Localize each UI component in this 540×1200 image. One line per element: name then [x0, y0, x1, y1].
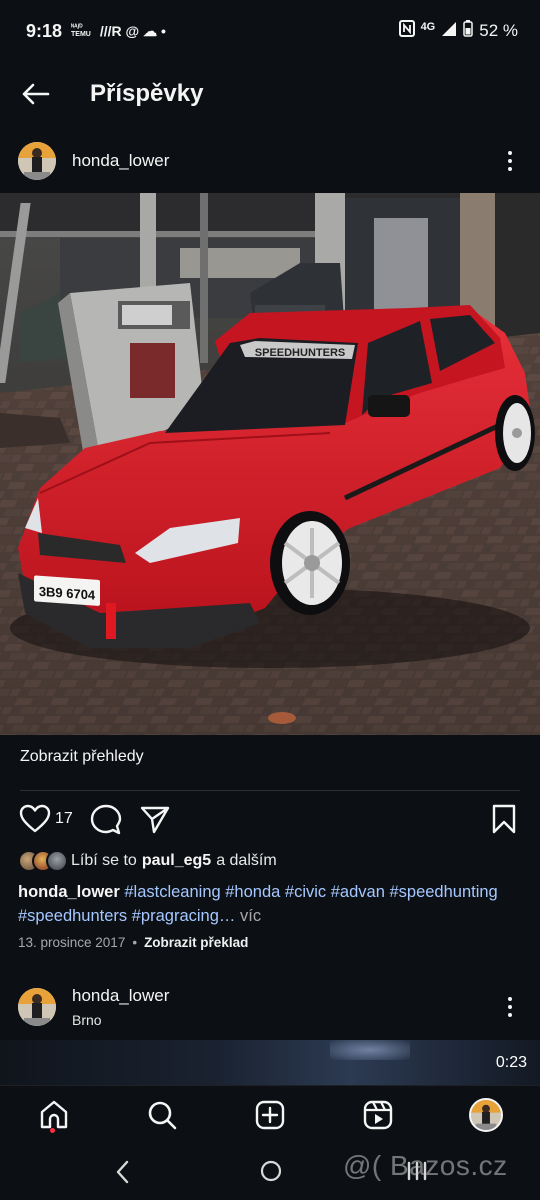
bottom-navigation: [0, 1085, 540, 1147]
avatar[interactable]: [18, 988, 56, 1026]
avatar[interactable]: [18, 142, 56, 180]
back-button[interactable]: [0, 62, 70, 126]
video-duration: 0:23: [495, 1054, 527, 1071]
more-options-button[interactable]: [498, 146, 522, 176]
nav-reels[interactable]: [361, 1098, 395, 1132]
translate-link[interactable]: Zobrazit překlad: [144, 935, 248, 950]
notification-dot: [50, 1128, 55, 1133]
battery-icon: [463, 20, 473, 42]
avatar: [46, 850, 68, 872]
share-button[interactable]: [140, 804, 170, 839]
nfc-icon: [398, 20, 415, 42]
post-header: honda_lower Brno: [0, 982, 540, 1032]
signal-icon: [441, 21, 457, 42]
likes-prefix: Líbí se to: [71, 852, 137, 869]
nav-search[interactable]: [145, 1098, 179, 1132]
windshield-banner: SPEEDHUNTERS: [255, 347, 345, 359]
view-insights-link[interactable]: Zobrazit přehledy: [20, 748, 144, 766]
circle-icon: [260, 1160, 282, 1182]
watermark: @( Bazos.cz: [343, 1150, 508, 1181]
avatar: [469, 1098, 503, 1132]
house-icon: [40, 1100, 68, 1129]
magnifier-icon: [148, 1101, 177, 1130]
caption-more-link[interactable]: víc: [240, 907, 261, 925]
likes-suffix: a dalším: [216, 852, 277, 869]
dot: [508, 1005, 512, 1009]
status-time: 9:18: [26, 20, 63, 41]
liker-username[interactable]: paul_eg5: [142, 852, 211, 870]
post-user: honda_lower Brno: [72, 986, 169, 1028]
video-glow: [330, 1040, 410, 1060]
network-type: 4G: [420, 21, 436, 33]
meta-separator: •: [132, 935, 138, 950]
dot: [508, 151, 512, 155]
comment-button[interactable]: [90, 804, 122, 841]
liker-avatars: [18, 850, 68, 872]
post-date: 13. prosince 2017: [18, 935, 126, 950]
status-right: 4G 52 %: [398, 20, 518, 42]
dot: [508, 1013, 512, 1017]
speech-bubble-icon: [90, 804, 122, 835]
dot: [508, 997, 512, 1001]
post-user: honda_lower: [72, 151, 169, 171]
nav-create[interactable]: [253, 1098, 287, 1132]
status-small-top: ᴺᴬ/ᴰ: [71, 24, 83, 31]
nav-home[interactable]: [37, 1098, 71, 1132]
arrow-left-icon: [22, 83, 50, 105]
video-preview[interactable]: 0:23: [0, 1040, 540, 1085]
play-square-icon: [363, 1100, 393, 1130]
post-location[interactable]: Brno: [72, 1012, 169, 1028]
status-notification-icons: ///R @ ☁ •: [99, 22, 166, 39]
like-count[interactable]: 17: [55, 810, 73, 828]
likes-summary[interactable]: Líbí se to paul_eg5 a dalším: [18, 850, 277, 872]
car-photo-illustration: SPEEDHUNTERS 3B9 6704: [0, 193, 540, 735]
username[interactable]: honda_lower: [72, 986, 169, 1006]
like-button[interactable]: [19, 804, 51, 839]
system-back-button[interactable]: [114, 1159, 132, 1190]
dot: [508, 159, 512, 163]
post-photo[interactable]: SPEEDHUNTERS 3B9 6704: [0, 193, 540, 735]
post-caption: honda_lower #lastcleaning #honda #civic …: [18, 880, 523, 928]
chevron-left-icon: [116, 1160, 129, 1184]
status-notification-label: ᴺᴬ/ᴰ TEMU: [71, 24, 91, 38]
app-header: Příspěvky: [0, 62, 540, 126]
battery-level: 52 %: [479, 21, 518, 40]
status-small-bottom: TEMU: [71, 31, 91, 38]
status-left: 9:18 ᴺᴬ/ᴰ TEMU ///R @ ☁ •: [26, 21, 166, 42]
plus-square-icon: [255, 1100, 285, 1130]
post-header: honda_lower: [0, 138, 540, 184]
nav-profile[interactable]: [469, 1098, 503, 1132]
divider: [20, 790, 520, 791]
post-actions: 17: [0, 800, 540, 840]
system-home-button[interactable]: [259, 1159, 283, 1188]
username[interactable]: honda_lower: [72, 151, 169, 171]
paper-plane-icon: [140, 806, 170, 834]
page-title: Příspěvky: [90, 80, 204, 107]
more-options-button[interactable]: [498, 992, 522, 1022]
dot: [508, 167, 512, 171]
save-button[interactable]: [491, 804, 517, 839]
post-meta: 13. prosince 2017 • Zobrazit překlad: [18, 935, 248, 950]
caption-username[interactable]: honda_lower: [18, 883, 120, 901]
status-bar: 9:18 ᴺᴬ/ᴰ TEMU ///R @ ☁ • 4G 52 %: [0, 0, 540, 62]
bookmark-icon: [492, 804, 516, 834]
heart-icon: [19, 804, 51, 833]
